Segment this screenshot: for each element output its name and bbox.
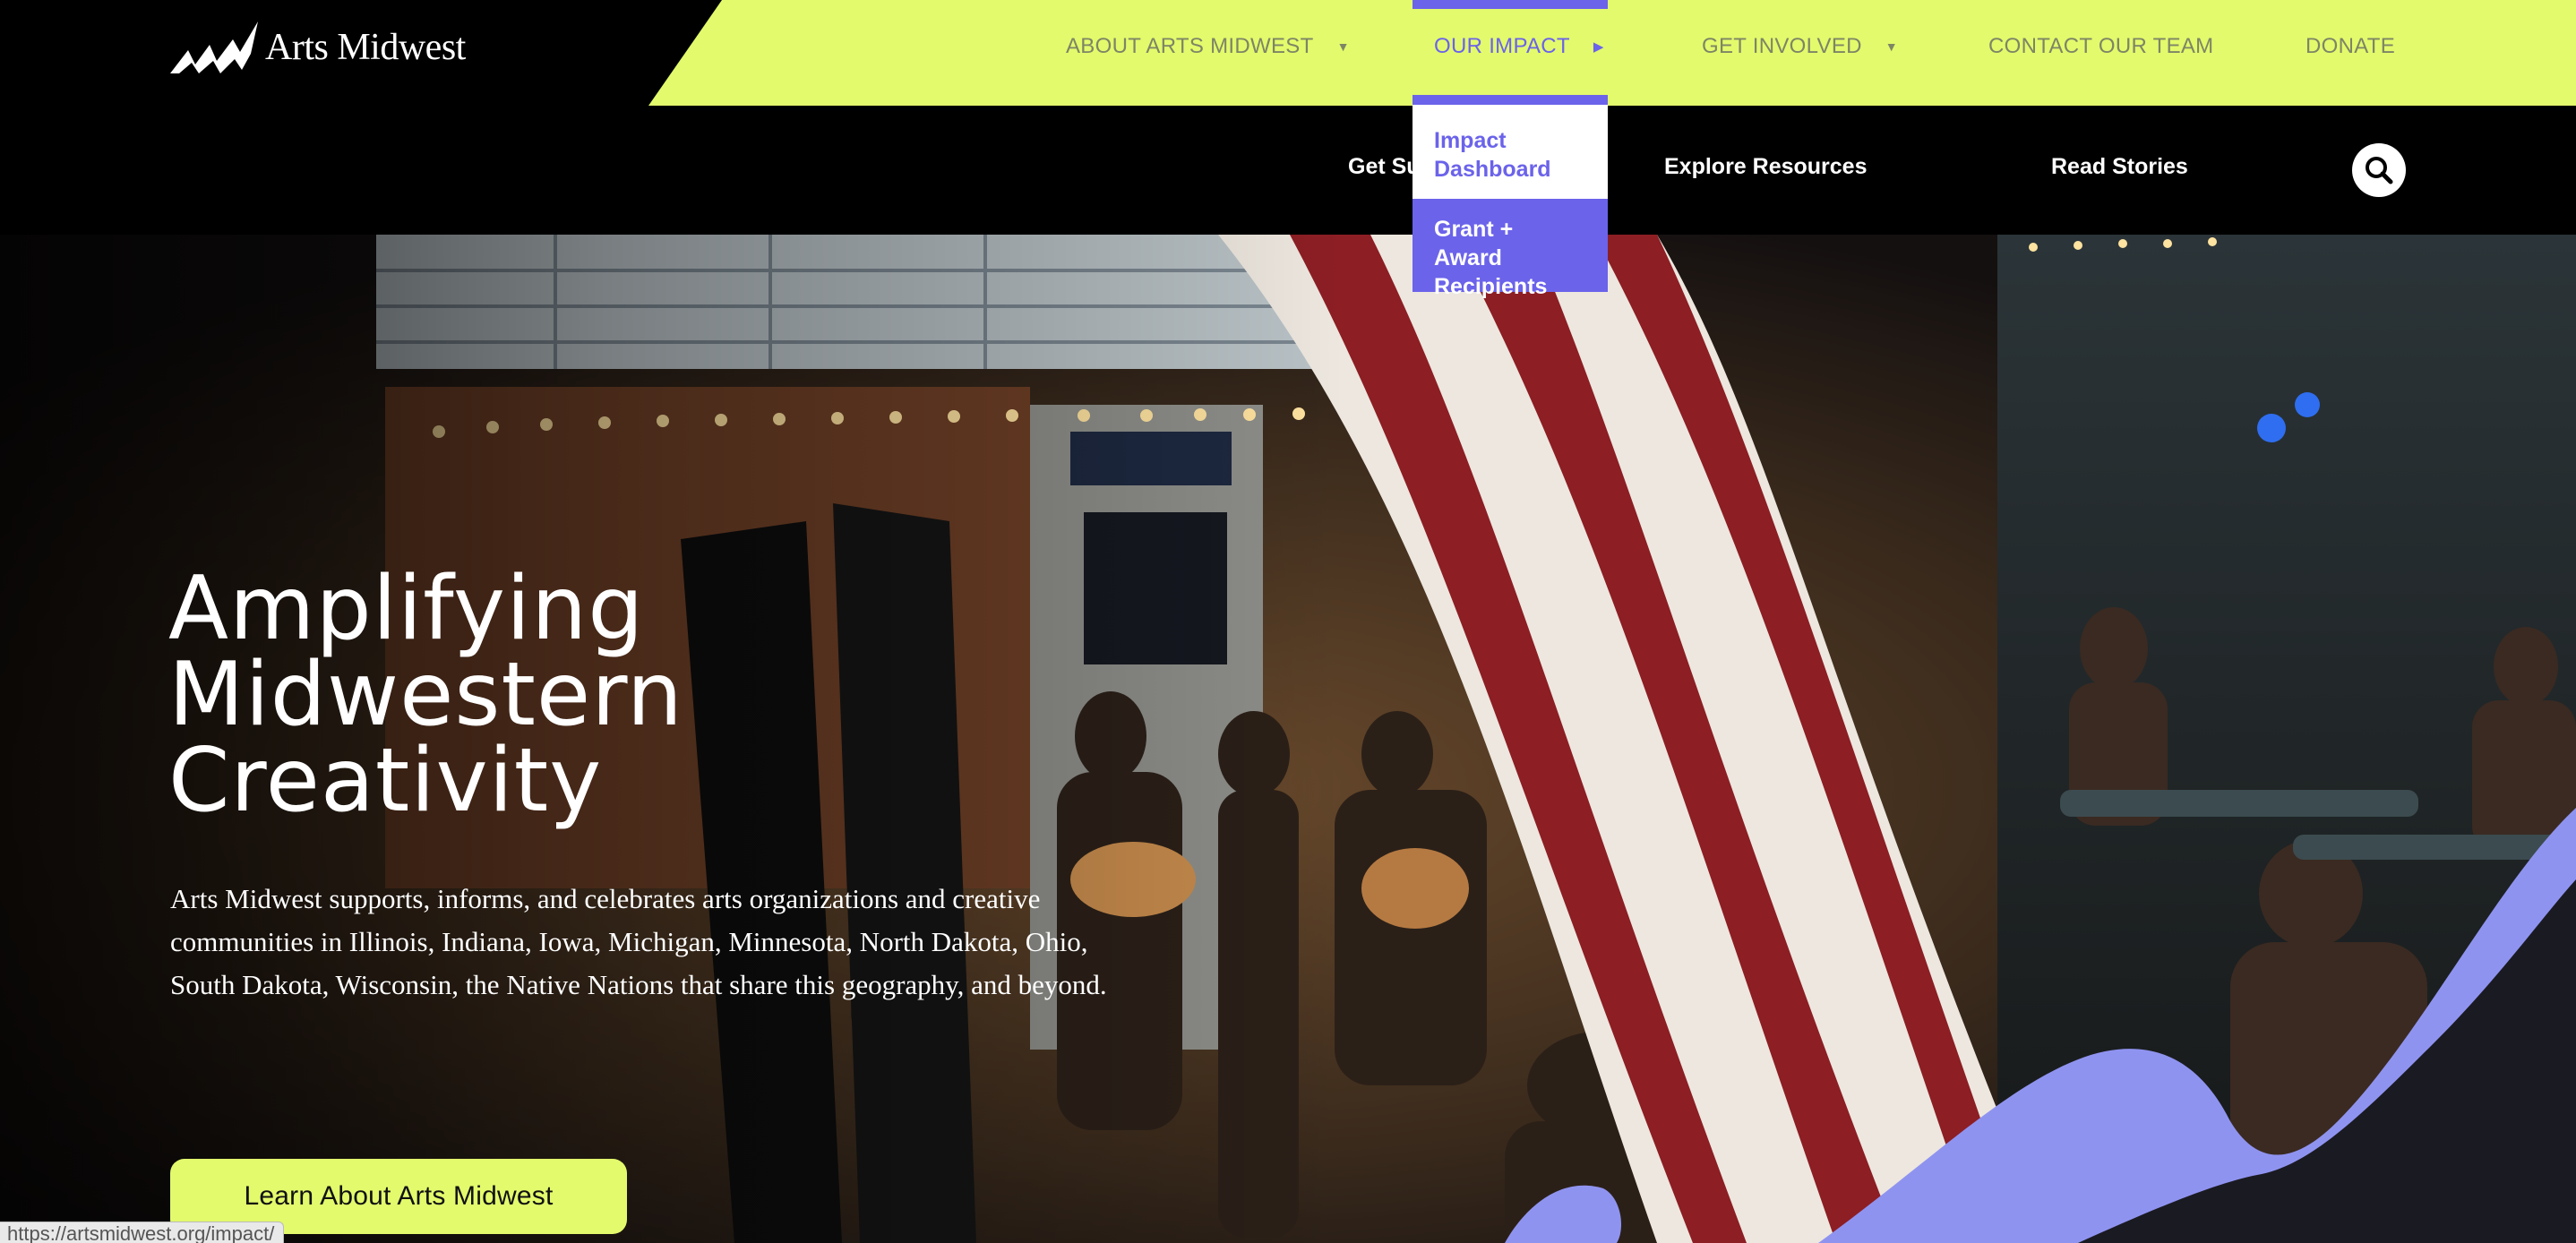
- hero-title-line: Midwestern: [168, 644, 683, 746]
- nav-label: OUR IMPACT: [1434, 34, 1570, 58]
- nav-label: GET INVOLVED: [1702, 34, 1862, 58]
- nav-label: ABOUT ARTS MIDWEST: [1066, 34, 1314, 58]
- caret-down-icon: ▼: [1336, 39, 1350, 54]
- subnav-read-stories[interactable]: Read Stories: [2051, 154, 2188, 180]
- top-navigation-bar: Arts Midwest ABOUT ARTS MIDWEST ▼ OUR IM…: [0, 0, 2576, 106]
- dropdown-item-impact-dashboard[interactable]: Impact Dashboard: [1413, 105, 1608, 199]
- hero-description: Arts Midwest supports, informs, and cele…: [170, 883, 1107, 1000]
- secondary-nav: Get Su Explore Resources Read Stories: [0, 106, 2576, 235]
- nav-our-impact[interactable]: OUR IMPACT ▶: [1434, 34, 1604, 59]
- caret-right-icon: ▶: [1593, 39, 1604, 55]
- search-icon: [2366, 157, 2393, 184]
- dropdown-top-border: [1413, 95, 1608, 105]
- subnav-explore-resources[interactable]: Explore Resources: [1664, 154, 1868, 180]
- logo-wordmark: Arts Midwest: [265, 27, 466, 68]
- nav-contact-our-team[interactable]: CONTACT OUR TEAM: [1988, 34, 2213, 59]
- hero-title: Amplifying Midwestern Creativity: [168, 558, 975, 832]
- our-impact-dropdown: Impact Dashboard Grant + Award Recipient…: [1413, 95, 1608, 299]
- hero-title-line: Amplifying: [168, 558, 645, 660]
- nav-label: DONATE: [2306, 34, 2396, 58]
- hero-section: Amplifying Midwestern Creativity Arts Mi…: [0, 235, 2576, 1243]
- dropdown-item-grant-award-recipients[interactable]: Grant + Award Recipients: [1413, 199, 1608, 299]
- nav-lime-background: [648, 0, 2576, 106]
- caret-down-icon: ▼: [1885, 39, 1898, 54]
- subnav-get-support[interactable]: Get Su: [1348, 154, 1421, 180]
- hero-title-line: Creativity: [168, 730, 603, 832]
- active-tab-indicator: [1413, 0, 1608, 9]
- nav-get-involved[interactable]: GET INVOLVED ▼: [1702, 34, 1898, 59]
- arts-midwest-logo-icon: [170, 21, 258, 73]
- nav-about-arts-midwest[interactable]: ABOUT ARTS MIDWEST ▼: [1066, 34, 1350, 59]
- nav-label: CONTACT OUR TEAM: [1988, 34, 2214, 58]
- status-bar-url: https://artsmidwest.org/impact/: [0, 1222, 285, 1243]
- nav-donate[interactable]: DONATE: [2306, 34, 2395, 59]
- search-button[interactable]: [2352, 143, 2406, 197]
- site-logo[interactable]: Arts Midwest: [168, 18, 466, 77]
